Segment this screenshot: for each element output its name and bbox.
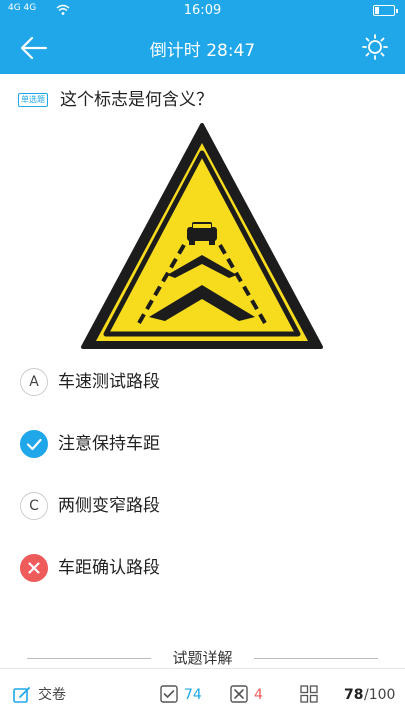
divider-line-right bbox=[254, 658, 378, 659]
submit-label: 交卷 bbox=[38, 687, 66, 703]
traffic-sign-image bbox=[79, 123, 325, 349]
wrong-count-value: 4 bbox=[254, 687, 263, 703]
question-text: 这个标志是何含义？ bbox=[60, 90, 213, 110]
option-label: 车速测试路段 bbox=[58, 372, 160, 392]
cross-icon bbox=[20, 554, 48, 582]
battery-icon bbox=[373, 5, 398, 16]
status-bar: 4G 4G 16:09 bbox=[0, 0, 405, 22]
option-label: 两侧变窄路段 bbox=[58, 496, 160, 516]
bottom-bar: 交卷 74 4 78 /100 bbox=[0, 668, 405, 720]
progress-total: /100 bbox=[364, 687, 396, 703]
grid-icon bbox=[300, 685, 318, 703]
question-type-tag: 单选题 bbox=[18, 93, 48, 107]
countdown-title: 倒计时 28:47 bbox=[149, 41, 256, 61]
sun-icon[interactable] bbox=[361, 33, 389, 61]
correct-count[interactable]: 74 bbox=[160, 685, 210, 705]
edit-icon bbox=[13, 687, 30, 703]
option-label: 车距确认路段 bbox=[58, 558, 160, 578]
checkbox-check-icon bbox=[160, 685, 178, 703]
wrong-count[interactable]: 4 bbox=[230, 685, 270, 705]
option-letter-badge: C bbox=[20, 492, 48, 520]
option-label: 注意保持车距 bbox=[58, 434, 160, 454]
status-time: 16:09 bbox=[183, 3, 222, 18]
question-panel: 单选题 这个标志是何含义？ A 车速测试路段 注意保持车距 C 两侧变窄路段 车… bbox=[0, 74, 405, 668]
option-a[interactable]: A 车速测试路段 bbox=[20, 368, 390, 398]
app-bar: 倒计时 28:47 bbox=[0, 22, 405, 74]
option-letter-badge: A bbox=[20, 368, 48, 396]
progress-indicator: 78 /100 bbox=[344, 685, 404, 705]
question-header: 单选题 这个标志是何含义？ bbox=[18, 88, 395, 114]
submit-button[interactable]: 交卷 bbox=[12, 685, 82, 705]
checkbox-cross-icon bbox=[230, 685, 248, 703]
option-d[interactable]: 车距确认路段 bbox=[20, 554, 390, 584]
grid-button[interactable] bbox=[300, 685, 320, 705]
progress-current: 78 bbox=[344, 687, 364, 703]
question-detail-divider[interactable]: 试题详解 bbox=[0, 648, 405, 668]
check-icon bbox=[20, 430, 48, 458]
correct-count-value: 74 bbox=[184, 687, 202, 703]
option-c[interactable]: C 两侧变窄路段 bbox=[20, 492, 390, 522]
option-b[interactable]: 注意保持车距 bbox=[20, 430, 390, 460]
